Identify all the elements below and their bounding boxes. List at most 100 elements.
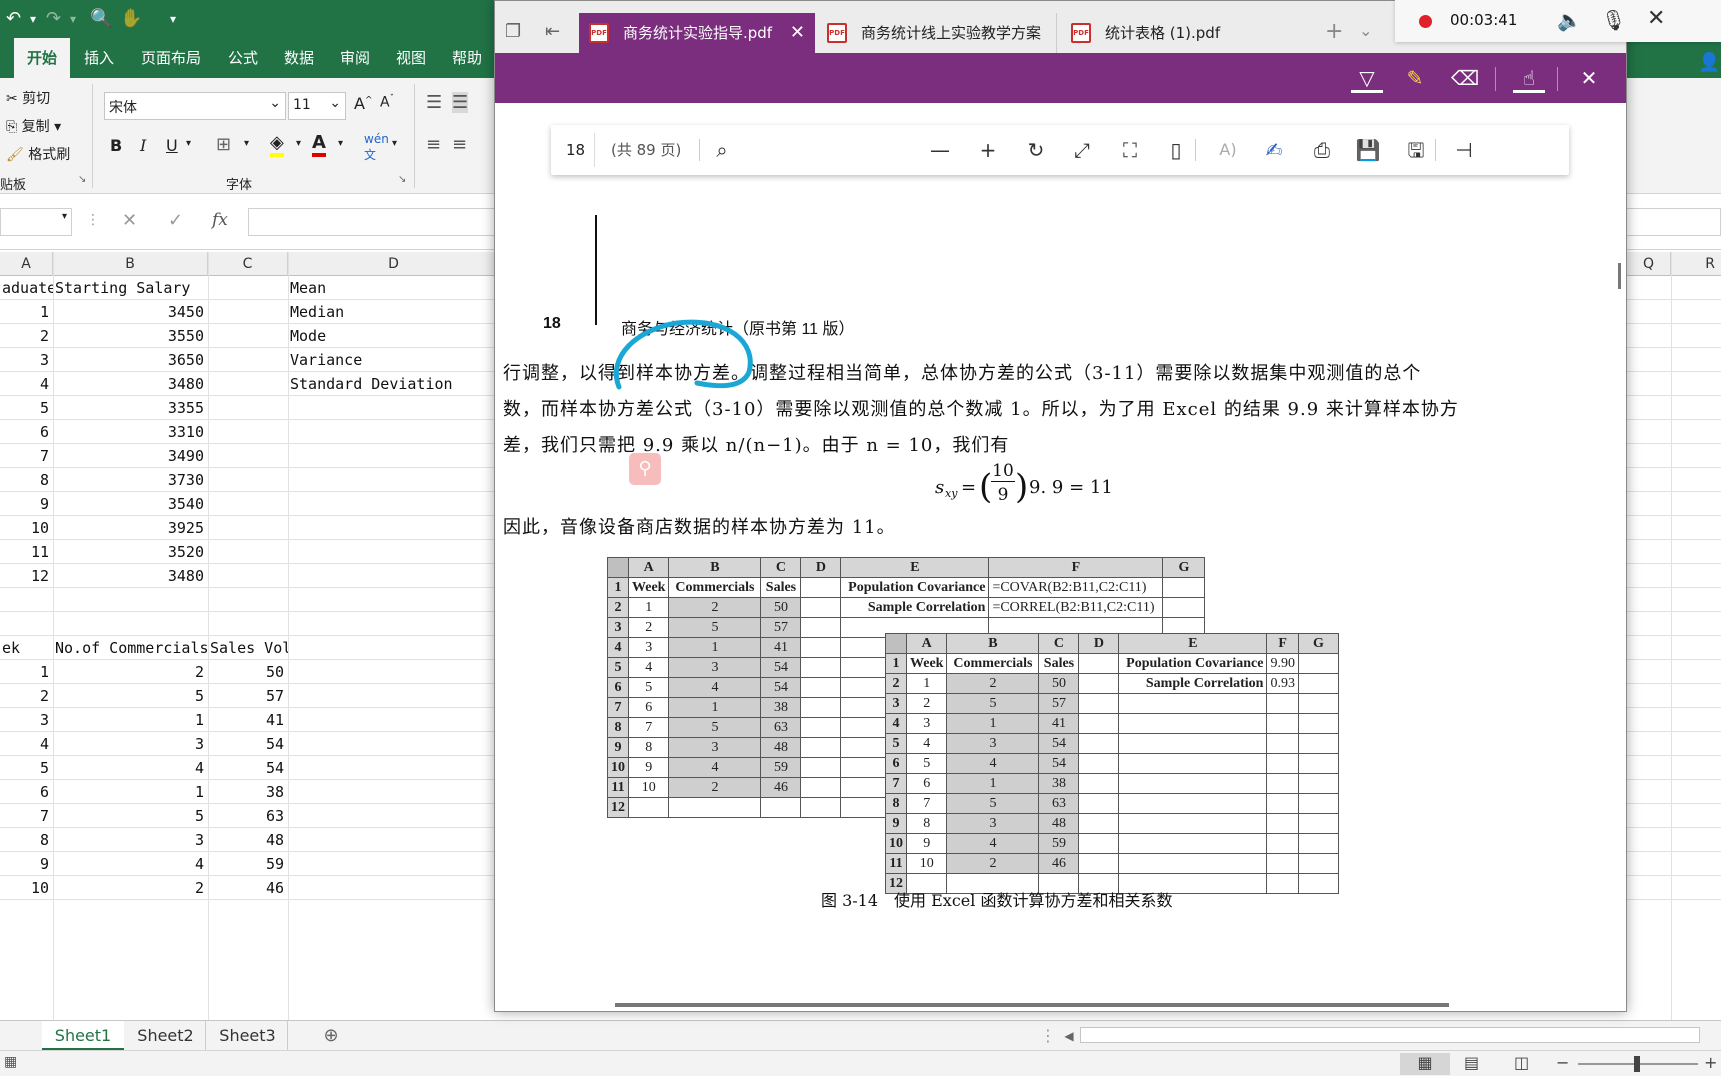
copy-button[interactable]: ⎘ 复制 ▾ (6, 116, 61, 136)
cell[interactable]: 3 (0, 348, 53, 372)
normal-view-icon[interactable]: ▦ (1400, 1053, 1450, 1075)
cell[interactable]: 3925 (53, 516, 208, 540)
tab-home[interactable]: 开始 (14, 38, 70, 78)
cell[interactable] (208, 300, 288, 324)
tab-formulas[interactable]: 公式 (220, 38, 266, 78)
cell[interactable]: 2 (53, 660, 208, 684)
pdf-tab-3[interactable]: PDF 统计表格 (1).pdf (1061, 13, 1301, 53)
cell[interactable] (288, 588, 500, 612)
column-header-b[interactable]: B (53, 252, 208, 276)
speaker-icon[interactable]: 🔈 (1557, 8, 1582, 32)
cell[interactable]: 2 (0, 324, 53, 348)
cell[interactable] (208, 516, 288, 540)
close-recorder-icon[interactable]: ✕ (1647, 6, 1665, 31)
border-dropdown-icon[interactable]: ▾ (244, 138, 249, 149)
format-painter-button[interactable]: 🖌 格式刷 (6, 144, 70, 164)
cell[interactable] (288, 852, 500, 876)
cell[interactable]: 5 (0, 396, 53, 420)
column-header-d[interactable]: D (288, 252, 500, 276)
cell[interactable] (208, 444, 288, 468)
cell[interactable]: 54 (208, 732, 288, 756)
grow-font-button[interactable]: A^ (354, 94, 373, 113)
redo-dropdown-icon[interactable]: ▾ (70, 12, 76, 26)
cell[interactable] (53, 612, 208, 636)
cell[interactable]: 4 (0, 372, 53, 396)
cell[interactable]: Median (288, 300, 500, 324)
cell[interactable]: 5 (53, 684, 208, 708)
close-toolbar-icon[interactable]: ✕ (1573, 63, 1605, 93)
cell[interactable] (288, 492, 500, 516)
underline-button[interactable]: U (166, 136, 178, 155)
cell[interactable]: 41 (208, 708, 288, 732)
save-as-icon[interactable]: 🖫 (1401, 135, 1431, 165)
cell[interactable] (288, 636, 500, 660)
cell[interactable] (288, 708, 500, 732)
cell[interactable]: 3540 (53, 492, 208, 516)
cell[interactable]: 4 (0, 732, 53, 756)
cell[interactable]: aduate (0, 276, 53, 300)
fit-page-icon[interactable]: ⤢ (1067, 135, 1097, 165)
cell[interactable]: 12 (0, 564, 53, 588)
cell[interactable] (288, 540, 500, 564)
cell[interactable]: 3 (0, 708, 53, 732)
cell[interactable] (208, 348, 288, 372)
column-header-q[interactable]: Q (1627, 252, 1671, 276)
font-name-select[interactable]: 宋体 ⌄ (104, 92, 286, 120)
align-middle-icon[interactable]: ☰ (452, 92, 469, 113)
tab-list-chevron-icon[interactable]: ⌄ (1359, 21, 1372, 40)
cancel-entry-button[interactable]: ✕ (122, 210, 137, 231)
cell[interactable]: 2 (53, 876, 208, 900)
page-view-icon[interactable]: ▯ (1161, 135, 1191, 165)
cell[interactable]: ek (0, 636, 53, 660)
cell[interactable]: 3550 (53, 324, 208, 348)
border-icon[interactable]: ⊞ (216, 134, 231, 155)
redo-icon[interactable]: ↷ (46, 8, 61, 29)
tab-actions-icon[interactable]: ❐ (505, 21, 521, 42)
search-icon[interactable]: ⚲ (629, 453, 661, 485)
draw-icon[interactable]: ▽ (1351, 63, 1383, 93)
cell[interactable]: Mode (288, 324, 500, 348)
macro-record-icon[interactable]: ▦ (4, 1054, 17, 1070)
cell[interactable]: 6 (0, 420, 53, 444)
cell[interactable] (288, 612, 500, 636)
print-preview-icon[interactable]: 🔍 (90, 8, 112, 29)
cell[interactable]: 3650 (53, 348, 208, 372)
cell[interactable]: 3450 (53, 300, 208, 324)
cell[interactable] (0, 612, 53, 636)
horizontal-scrollbar[interactable] (615, 1003, 1449, 1007)
ink-annotation-circle[interactable] (607, 317, 767, 397)
cell[interactable]: 9 (0, 492, 53, 516)
phonetic-icon[interactable]: wén 文 (364, 132, 389, 163)
sheet-tab-3[interactable]: Sheet3 (208, 1021, 288, 1051)
undo-dropdown-icon[interactable]: ▾ (30, 12, 36, 26)
read-aloud-icon[interactable]: A) (1213, 135, 1243, 165)
cell[interactable]: 1 (53, 780, 208, 804)
cell[interactable]: 3730 (53, 468, 208, 492)
cell[interactable] (208, 564, 288, 588)
print-icon[interactable]: ⎙ (1307, 135, 1337, 165)
cell[interactable]: 57 (208, 684, 288, 708)
cell[interactable]: 9 (0, 852, 53, 876)
cell[interactable]: 3480 (53, 372, 208, 396)
cell[interactable] (208, 588, 288, 612)
zoom-out-icon[interactable]: — (925, 135, 955, 165)
tab-insert[interactable]: 插入 (76, 38, 122, 78)
pdf-tab-2[interactable]: PDF 商务统计线上实验教学方案 (817, 13, 1057, 53)
cell[interactable] (288, 756, 500, 780)
cell[interactable] (288, 828, 500, 852)
cell[interactable] (208, 612, 288, 636)
cell[interactable]: 7 (0, 444, 53, 468)
cell[interactable] (208, 540, 288, 564)
column-header-c[interactable]: C (208, 252, 288, 276)
scroll-left-icon[interactable]: ◀ (1060, 1021, 1078, 1051)
phonetic-dropdown-icon[interactable]: ▾ (392, 138, 397, 149)
tab-help[interactable]: 帮助 (444, 38, 490, 78)
cell[interactable]: 1 (0, 300, 53, 324)
tab-view[interactable]: 视图 (388, 38, 434, 78)
fill-dropdown-icon[interactable]: ▾ (296, 138, 301, 149)
font-size-select[interactable]: 11 ⌄ (288, 92, 346, 120)
rotate-icon[interactable]: ↻ (1021, 135, 1051, 165)
tab-review[interactable]: 审阅 (332, 38, 378, 78)
cell[interactable] (288, 780, 500, 804)
font-launcher-icon[interactable]: ↘ (398, 174, 406, 185)
